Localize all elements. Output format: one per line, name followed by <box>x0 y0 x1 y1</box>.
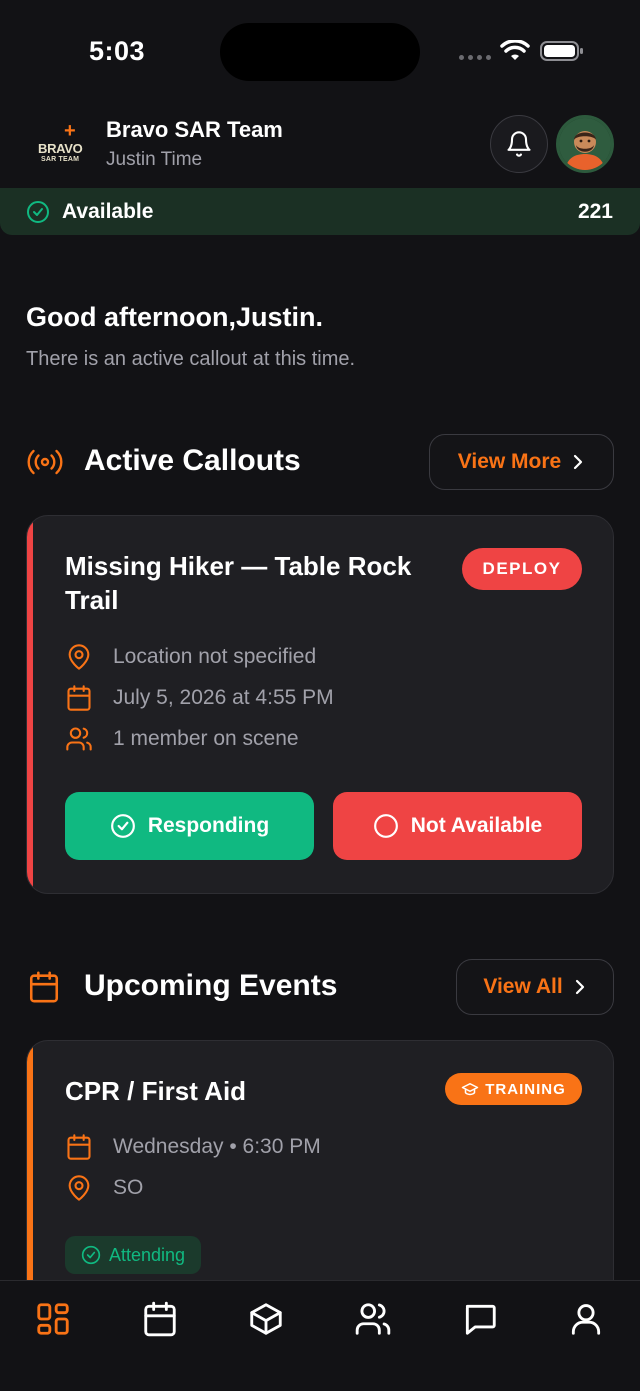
callout-date-row: July 5, 2026 at 4:55 PM <box>65 684 334 712</box>
chevron-right-icon <box>574 454 583 470</box>
event-date-row: Wednesday • 6:30 PM <box>65 1133 321 1161</box>
status-bar: 5:03 <box>0 0 640 104</box>
callout-card[interactable]: Missing Hiker — Table Rock Trail DEPLOY … <box>26 515 614 894</box>
chevron-right-icon <box>575 979 584 995</box>
user-avatar[interactable] <box>556 115 614 173</box>
graduation-cap-icon <box>462 1083 479 1096</box>
logo-text: BRAVO <box>38 141 83 156</box>
dynamic-island <box>220 23 420 81</box>
training-label: TRAINING <box>485 1080 566 1098</box>
team-logo: + BRAVO SAR TEAM <box>36 120 86 170</box>
callout-title-line2: Trail <box>65 585 119 615</box>
logo-plus-mark: + <box>64 120 76 142</box>
responding-label: Responding <box>147 814 270 837</box>
team-name: Bravo SAR Team <box>106 117 283 142</box>
callout-title: Missing Hiker — Table Rock Trail <box>65 549 411 617</box>
view-more-button[interactable]: View More <box>429 434 614 490</box>
view-all-button[interactable]: View All <box>456 959 614 1015</box>
callout-datetime: July 5, 2026 at 4:55 PM <box>113 686 334 709</box>
calendar-icon <box>27 970 61 1004</box>
notifications-button[interactable] <box>490 115 548 173</box>
map-pin-icon <box>68 644 90 670</box>
not-available-label: Not Available <box>410 814 543 837</box>
calendar-icon <box>67 685 91 711</box>
bell-icon <box>507 131 531 157</box>
package-icon <box>250 1303 282 1335</box>
greeting-title: Good afternoon,Justin. <box>26 302 323 332</box>
tab-members[interactable] <box>353 1299 393 1339</box>
bottom-tab-bar <box>0 1280 640 1391</box>
deploy-badge: DEPLOY <box>462 548 582 590</box>
profile-icon <box>571 1304 601 1335</box>
calendar-icon <box>144 1301 176 1337</box>
user-name: Justin Time <box>106 149 203 170</box>
check-circle-icon <box>81 1245 101 1265</box>
tab-profile[interactable] <box>566 1299 606 1339</box>
event-location: SO <box>113 1176 144 1199</box>
cellular-signal-icon <box>459 55 491 60</box>
status-time: 5:03 <box>89 36 146 66</box>
active-callouts-title: Active Callouts <box>84 444 301 477</box>
training-badge: TRAINING <box>445 1073 582 1105</box>
map-pin-icon <box>68 1175 90 1201</box>
not-available-button[interactable]: Not Available <box>333 792 582 860</box>
wifi-icon <box>500 40 530 62</box>
event-datetime: Wednesday • 6:30 PM <box>113 1135 321 1158</box>
callout-location: Location not specified <box>113 645 317 668</box>
event-location-row: SO <box>65 1174 143 1202</box>
check-circle-icon <box>26 200 50 224</box>
check-circle-icon <box>110 814 135 838</box>
tab-calendar[interactable] <box>140 1299 180 1339</box>
logo-subtext: SAR TEAM <box>41 156 80 163</box>
greeting-subtitle: There is an active callout at this time. <box>26 348 356 370</box>
upcoming-events-title: Upcoming Events <box>84 969 338 1002</box>
view-more-label: View More <box>457 450 562 473</box>
users-icon <box>355 1303 391 1335</box>
event-title: CPR / First Aid <box>65 1076 247 1106</box>
broadcast-icon <box>26 447 64 477</box>
availability-count: 221 <box>577 200 613 223</box>
responding-button[interactable]: Responding <box>65 792 314 860</box>
attending-badge[interactable]: Attending <box>65 1236 202 1274</box>
tab-dashboard[interactable] <box>33 1299 73 1339</box>
callout-title-line1: Missing Hiker — Table Rock <box>65 551 412 581</box>
callout-members-row: 1 member on scene <box>65 725 299 753</box>
availability-status: Available <box>62 200 154 223</box>
callout-location-row: Location not specified <box>65 643 316 671</box>
app-header: + BRAVO SAR TEAM Bravo SAR Team Justin T… <box>0 104 640 188</box>
tab-messages[interactable] <box>460 1299 500 1339</box>
callout-members: 1 member on scene <box>113 727 299 750</box>
tab-equipment[interactable] <box>246 1299 286 1339</box>
messages-icon <box>465 1304 496 1335</box>
battery-icon <box>540 40 584 62</box>
calendar-icon <box>67 1134 91 1160</box>
dashboard-icon <box>37 1303 69 1335</box>
circle-icon <box>373 814 398 838</box>
callout-accent-bar <box>27 516 33 893</box>
view-all-label: View All <box>483 975 563 998</box>
users-icon <box>66 727 92 751</box>
availability-bar[interactable]: Available 221 <box>0 188 640 235</box>
attending-label: Attending <box>109 1244 186 1265</box>
